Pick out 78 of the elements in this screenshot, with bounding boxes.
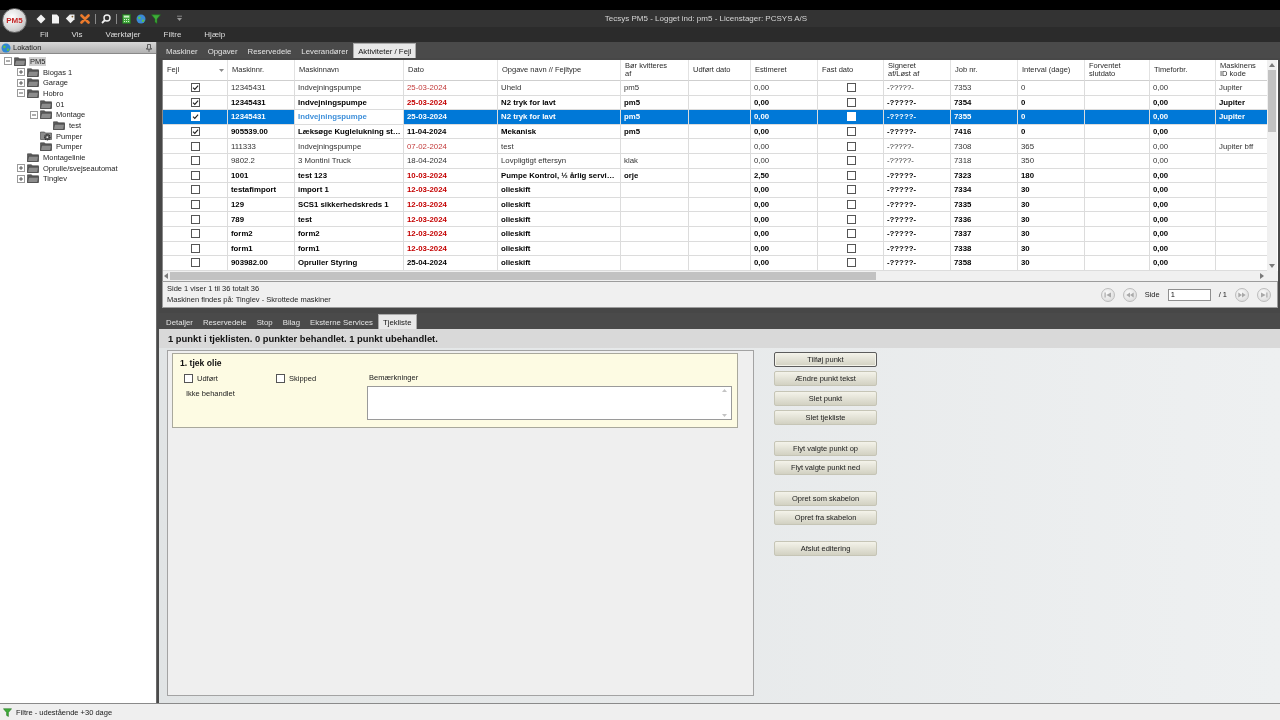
checkbox[interactable]: [191, 83, 200, 93]
diamond-icon[interactable]: [36, 13, 46, 24]
folder-icon: [27, 163, 39, 173]
menu-item[interactable]: Filtre: [163, 30, 182, 39]
scroll-down-icon[interactable]: [1269, 264, 1275, 268]
horizontal-scrollbar[interactable]: [163, 271, 1268, 281]
checkbox[interactable]: [191, 185, 200, 195]
folder-icon: [14, 56, 26, 66]
vertical-scrollbar[interactable]: [1267, 60, 1277, 271]
globe-icon[interactable]: [136, 13, 146, 24]
gear-folder-icon: [40, 131, 52, 142]
skip-to-start-icon: [1103, 291, 1112, 298]
checkbox[interactable]: [191, 243, 200, 253]
scroll-right-icon[interactable]: [1260, 273, 1264, 279]
checkbox[interactable]: [846, 83, 856, 93]
checkbox[interactable]: [276, 373, 285, 383]
folder-icon: [27, 153, 39, 163]
menu-item[interactable]: Værktøjer: [105, 30, 141, 39]
document-icon[interactable]: [51, 13, 60, 24]
folder-icon: [40, 99, 52, 109]
calculator-icon[interactable]: [122, 13, 131, 24]
folder-icon: [27, 78, 39, 88]
expand-icon[interactable]: [17, 78, 25, 87]
item-title: 1. tjek olie: [180, 357, 222, 369]
checklist-summary: 1 punkt i tjeklisten. 0 punkter behandlet. 1 punkt ubehandlet.: [168, 333, 438, 344]
caret-icon[interactable]: [176, 15, 183, 22]
tag-icon[interactable]: [65, 13, 75, 24]
checkbox[interactable]: [846, 141, 856, 151]
collapse-icon[interactable]: [17, 89, 25, 98]
cross-icon[interactable]: [80, 13, 90, 24]
checkbox[interactable]: [846, 156, 856, 166]
checkbox[interactable]: [846, 214, 856, 224]
checkbox[interactable]: [846, 200, 856, 210]
checkbox[interactable]: [846, 127, 856, 137]
menu-item[interactable]: Fil: [40, 30, 49, 39]
checkbox[interactable]: [846, 185, 856, 195]
folder-icon: [27, 67, 39, 77]
folder-icon: [27, 174, 39, 184]
checkbox[interactable]: [191, 141, 200, 151]
checkbox[interactable]: [191, 258, 200, 268]
checkbox[interactable]: [184, 373, 193, 383]
checkbox[interactable]: [846, 258, 856, 268]
checkbox[interactable]: [191, 214, 200, 224]
menu-item[interactable]: Vis: [71, 30, 83, 39]
expand-icon[interactable]: [17, 174, 25, 183]
checkbox[interactable]: [191, 200, 200, 210]
search-icon[interactable]: [101, 13, 111, 24]
scrollbar-thumb[interactable]: [170, 272, 876, 280]
checkbox[interactable]: [191, 170, 200, 180]
collapse-icon[interactable]: [4, 57, 12, 66]
menu-item[interactable]: Hjælp: [204, 30, 226, 39]
folder-icon: [40, 110, 52, 120]
filter-icon[interactable]: [151, 13, 161, 24]
checkbox[interactable]: [846, 229, 856, 239]
scrollbar-thumb[interactable]: [1268, 70, 1276, 132]
collapse-icon[interactable]: [30, 110, 38, 119]
checkbox[interactable]: [191, 127, 200, 137]
sort-arrow-icon[interactable]: [219, 68, 224, 72]
expand-icon[interactable]: [17, 164, 25, 173]
folder-icon: [27, 88, 39, 98]
folder-icon: [53, 120, 65, 130]
globe-icon: [1, 42, 11, 53]
checkbox[interactable]: [191, 156, 200, 166]
fast-forward-icon: [1238, 291, 1246, 298]
checkbox[interactable]: [846, 243, 856, 253]
rewind-icon: [1125, 291, 1134, 298]
window-title: Tecsys PM5 - Logget ind: pm5 - Licenstager: PCSYS A/S: [604, 14, 808, 23]
checkbox[interactable]: [846, 170, 856, 180]
checkbox[interactable]: [846, 97, 856, 107]
scroll-up-icon[interactable]: [1269, 63, 1275, 67]
expand-icon[interactable]: [17, 68, 25, 77]
scroll-left-icon[interactable]: [164, 273, 168, 279]
checkbox[interactable]: [191, 229, 200, 239]
pin-icon[interactable]: [146, 43, 152, 52]
checkbox[interactable]: [191, 97, 200, 107]
folder-icon: [40, 142, 52, 152]
skip-to-end-icon: [1260, 291, 1268, 298]
filter-icon: [3, 707, 12, 717]
